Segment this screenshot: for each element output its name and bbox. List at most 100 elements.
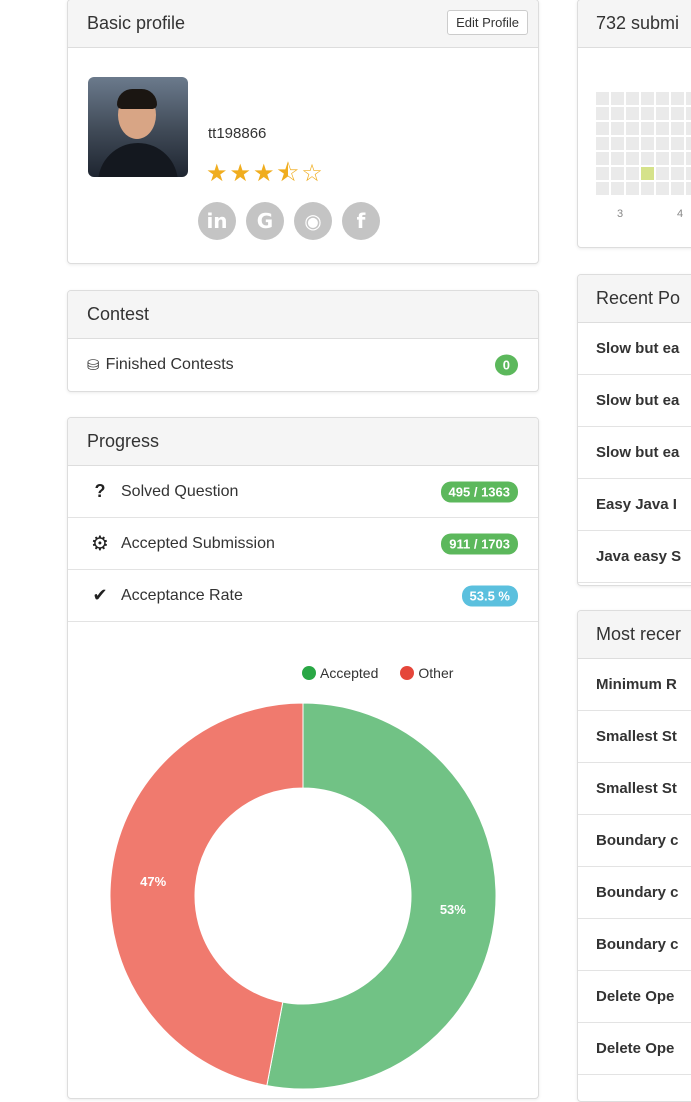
solved-question-row: ? Solved Question 495 / 1363 bbox=[68, 466, 538, 518]
calendar-cell[interactable] bbox=[656, 167, 669, 180]
edit-profile-button[interactable]: Edit Profile bbox=[447, 10, 528, 35]
calendar-cell[interactable] bbox=[596, 92, 609, 105]
calendar-cell[interactable] bbox=[611, 92, 624, 105]
calendar-cell[interactable] bbox=[596, 107, 609, 120]
acceptance-rate-badge: 53.5 % bbox=[461, 585, 518, 606]
calendar-cell[interactable] bbox=[626, 182, 639, 195]
avatar bbox=[88, 77, 188, 177]
calendar-cell[interactable] bbox=[671, 152, 684, 165]
accepted-submission-label: Accepted Submission bbox=[121, 534, 275, 552]
calendar-cell[interactable] bbox=[656, 122, 669, 135]
most-recent-item[interactable]: Boundary c bbox=[578, 867, 691, 919]
calendar-cell[interactable] bbox=[656, 92, 669, 105]
calendar-cell[interactable] bbox=[686, 152, 691, 165]
recent-post-item[interactable]: Easy Java I bbox=[578, 479, 691, 531]
calendar-cell[interactable] bbox=[656, 182, 669, 195]
calendar-cell[interactable] bbox=[611, 167, 624, 180]
legend-item-accepted[interactable]: Accepted bbox=[302, 665, 378, 681]
most-recent-item[interactable]: Boundary c bbox=[578, 919, 691, 971]
calendar-cell[interactable] bbox=[626, 122, 639, 135]
calendar-cell[interactable] bbox=[671, 122, 684, 135]
donut-slice-other[interactable] bbox=[109, 702, 304, 1087]
calendar-cell[interactable] bbox=[686, 122, 691, 135]
calendar-cell[interactable] bbox=[596, 167, 609, 180]
calendar-cell[interactable] bbox=[671, 167, 684, 180]
most-recent-item[interactable]: Smallest St bbox=[578, 763, 691, 815]
calendar-label-3: 3 bbox=[617, 208, 624, 220]
calendar-cell[interactable] bbox=[611, 182, 624, 195]
calendar-cell[interactable] bbox=[626, 107, 639, 120]
basic-profile-panel: Basic profile Edit Profile tt198866 ★★★⯪… bbox=[67, 0, 539, 264]
calendar-cell[interactable] bbox=[671, 107, 684, 120]
calendar-cell[interactable] bbox=[641, 107, 654, 120]
calendar-cell[interactable] bbox=[641, 137, 654, 150]
calendar-cell[interactable] bbox=[686, 137, 691, 150]
calendar-cell[interactable] bbox=[626, 137, 639, 150]
recent-posts-panel: Recent Po Slow but ea Slow but ea Slow b… bbox=[577, 274, 691, 586]
basic-profile-header: Basic profile Edit Profile bbox=[68, 0, 538, 48]
submissions-header: 732 submi bbox=[578, 0, 691, 48]
calendar-cell[interactable] bbox=[686, 107, 691, 120]
most-recent-item[interactable]: Boundary c bbox=[578, 815, 691, 867]
acceptance-rate-label: Acceptance Rate bbox=[121, 586, 243, 604]
calendar-label-4: 4 bbox=[677, 208, 684, 220]
google-icon[interactable]: G bbox=[246, 202, 284, 240]
calendar-cell[interactable] bbox=[686, 182, 691, 195]
calendar-cell[interactable] bbox=[611, 122, 624, 135]
calendar-cell[interactable] bbox=[596, 182, 609, 195]
calendar-cell[interactable] bbox=[611, 152, 624, 165]
calendar-cell[interactable] bbox=[611, 137, 624, 150]
legend-item-other[interactable]: Other bbox=[400, 665, 453, 681]
submissions-panel: 732 submi 3 4 bbox=[577, 0, 691, 248]
question-icon: ? bbox=[94, 481, 106, 501]
facebook-icon[interactable]: f bbox=[342, 202, 380, 240]
recent-post-item[interactable]: Slow but ea bbox=[578, 375, 691, 427]
linkedin-icon[interactable]: in bbox=[198, 202, 236, 240]
contest-header: Contest bbox=[68, 291, 538, 339]
calendar-cell[interactable] bbox=[641, 167, 654, 180]
calendar-cell[interactable] bbox=[656, 152, 669, 165]
calendar-cell[interactable] bbox=[641, 152, 654, 165]
calendar-cell[interactable] bbox=[686, 92, 691, 105]
finished-contests-row[interactable]: ⛁ Finished Contests 0 bbox=[68, 339, 538, 391]
rating-stars: ★★★⯪☆ bbox=[206, 156, 325, 197]
calendar-cell[interactable] bbox=[656, 107, 669, 120]
recent-post-item[interactable]: Slow but ea bbox=[578, 323, 691, 375]
calendar-cell[interactable] bbox=[626, 92, 639, 105]
calendar-cell[interactable] bbox=[671, 182, 684, 195]
calendar-cell[interactable] bbox=[641, 182, 654, 195]
github-icon[interactable]: ◉ bbox=[294, 202, 332, 240]
calendar-cell[interactable] bbox=[596, 137, 609, 150]
calendar-cell[interactable] bbox=[611, 107, 624, 120]
basic-profile-title: Basic profile bbox=[87, 13, 186, 33]
social-links: in G ◉ f bbox=[198, 202, 380, 240]
calendar-cell[interactable] bbox=[656, 137, 669, 150]
solved-question-label: Solved Question bbox=[121, 482, 239, 500]
calendar-cell[interactable] bbox=[626, 152, 639, 165]
most-recent-item[interactable]: Delete Ope bbox=[578, 1023, 691, 1075]
calendar-cell[interactable] bbox=[671, 92, 684, 105]
calendar-cell[interactable] bbox=[626, 167, 639, 180]
calendar-cell[interactable] bbox=[596, 122, 609, 135]
progress-header: Progress bbox=[68, 418, 538, 466]
most-recent-item[interactable]: Smallest St bbox=[578, 711, 691, 763]
calendar-cell[interactable] bbox=[641, 122, 654, 135]
gear-icon: ⚙ bbox=[91, 533, 109, 555]
most-recent-item[interactable]: Minimum R bbox=[578, 659, 691, 711]
donut-label-other: 47% bbox=[140, 874, 166, 889]
calendar-cell[interactable] bbox=[641, 92, 654, 105]
finished-contests-label: Finished Contests bbox=[105, 356, 234, 373]
recent-post-item[interactable]: Slow but ea bbox=[578, 427, 691, 479]
most-recent-panel: Most recer Minimum R Smallest St Smalles… bbox=[577, 610, 691, 1102]
username: tt198866 bbox=[208, 125, 267, 142]
calendar-cell[interactable] bbox=[596, 152, 609, 165]
progress-panel: Progress ? Solved Question 495 / 1363 ⚙ … bbox=[67, 417, 539, 1099]
most-recent-item[interactable]: Delete Ope bbox=[578, 971, 691, 1023]
half-star-icon: ⯪ bbox=[276, 160, 302, 187]
recent-post-item[interactable]: Java easy S bbox=[578, 531, 691, 583]
solved-question-badge: 495 / 1363 bbox=[440, 481, 518, 502]
finished-contests-badge: 0 bbox=[494, 354, 518, 376]
calendar-cell[interactable] bbox=[671, 137, 684, 150]
calendar-cell[interactable] bbox=[686, 167, 691, 180]
trophies-icon: ⛁ bbox=[87, 357, 100, 374]
